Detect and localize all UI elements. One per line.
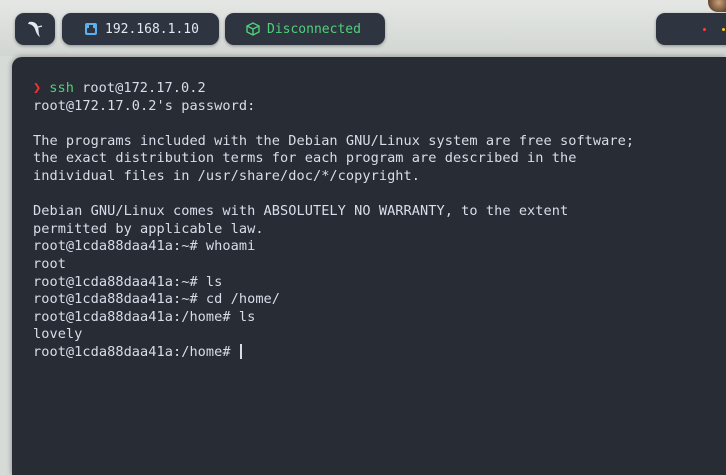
distro-logo-button[interactable]: [15, 13, 55, 45]
terminal-line: lovely: [33, 326, 83, 343]
terminal-line: root: [33, 255, 66, 272]
terminal-line: root@172.17.0.2's password:: [33, 97, 256, 114]
top-bar: 192.168.1.10 Disconnected: [0, 0, 726, 56]
system-tray[interactable]: [656, 13, 726, 45]
terminal-line: root@1cda88daa41a:~# cd /home/: [33, 291, 281, 308]
terminal-window[interactable]: ❯ ssh root@172.17.0.2 root@172.17.0.2's p…: [12, 57, 726, 475]
terminal-line: root@1cda88daa41a:/home# ls: [33, 308, 256, 325]
terminal-line-ssh-command: ❯ ssh root@172.17.0.2: [33, 80, 634, 98]
cube-icon: [246, 22, 260, 36]
terminal-line: the exact distribution terms for each pr…: [33, 150, 577, 167]
kali-dragon-icon: [28, 21, 43, 37]
command-args: root@172.17.0.2: [73, 80, 206, 96]
ip-address-label: 192.168.1.10: [105, 21, 199, 37]
terminal-input-line[interactable]: root@1cda88daa41a:/home#: [33, 344, 634, 362]
vpn-status-widget[interactable]: Disconnected: [225, 13, 385, 45]
network-icon: [85, 23, 97, 35]
terminal-line: root@1cda88daa41a:~# whoami: [33, 238, 256, 255]
current-prompt: root@1cda88daa41a:/home#: [33, 343, 239, 360]
notification-dot-yellow: [722, 28, 725, 31]
text-cursor: [239, 344, 242, 360]
ip-address-widget[interactable]: 192.168.1.10: [62, 13, 219, 45]
vpn-status-label: Disconnected: [267, 21, 361, 37]
terminal-line: root@1cda88daa41a:~# ls: [33, 273, 223, 290]
terminal-line: permitted by applicable law.: [33, 220, 264, 237]
avatar: [708, 0, 726, 12]
terminal-output: ❯ ssh root@172.17.0.2 root@172.17.0.2's p…: [33, 80, 634, 362]
command-program: ssh: [49, 80, 74, 96]
prompt-arrow-icon: ❯: [33, 80, 42, 96]
terminal-line: individual files in /usr/share/doc/*/cop…: [33, 167, 421, 184]
terminal-line: The programs included with the Debian GN…: [33, 132, 635, 149]
notification-dot-red: [703, 28, 706, 31]
terminal-line: Debian GNU/Linux comes with ABSOLUTELY N…: [33, 203, 569, 220]
